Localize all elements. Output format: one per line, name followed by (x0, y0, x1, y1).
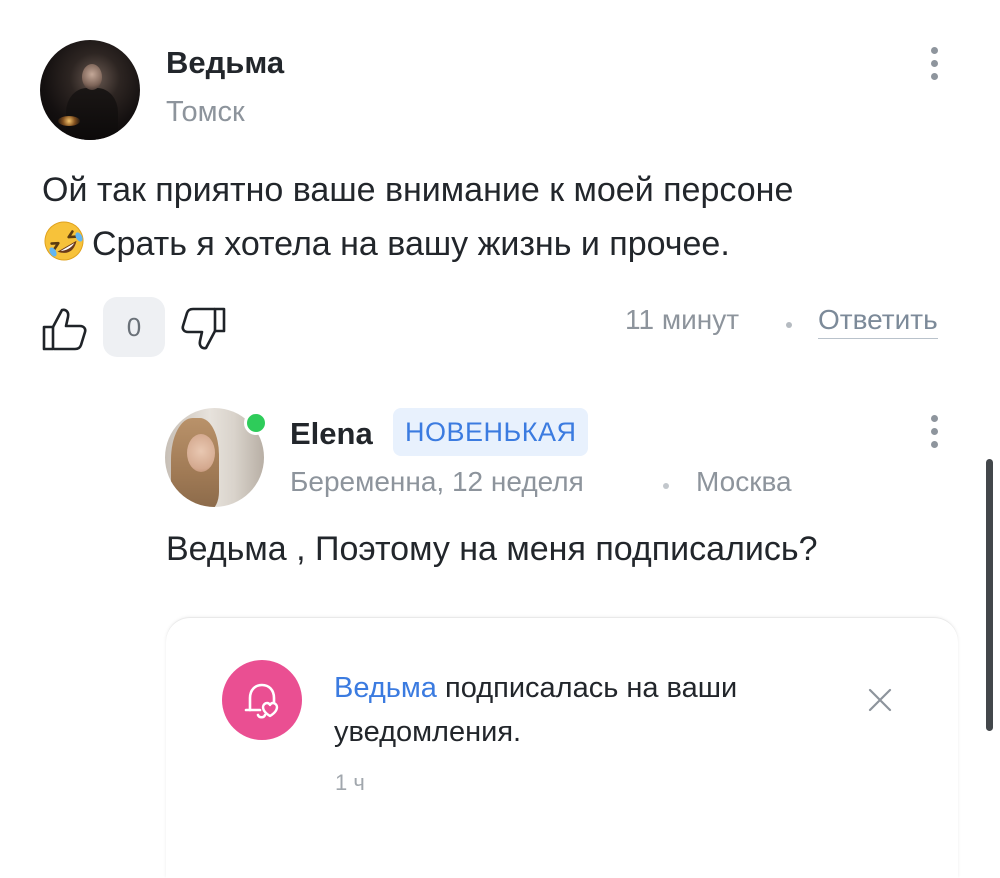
reply-text: Ведьма , Поэтому на меня подписались? (166, 530, 818, 568)
comment-time: 11 минут (625, 304, 740, 335)
more-options-icon[interactable] (931, 415, 943, 454)
scrollbar[interactable] (986, 459, 993, 731)
author-name[interactable]: Ведьма (166, 45, 284, 81)
rolling-on-floor-laughing-emoji (44, 221, 84, 261)
reply-author-status: Беременна, 12 неделя (290, 466, 584, 497)
author-location: Томск (166, 96, 245, 128)
comment-text-line1: Ой так приятно ваше внимание к моей перс… (42, 171, 794, 209)
notification-time: 1 ч (335, 770, 365, 795)
vote-count: 0 (103, 297, 165, 357)
thumbs-up-icon[interactable] (40, 305, 90, 353)
reply-author-name[interactable]: Elena (290, 416, 373, 452)
heart-bell-icon (222, 660, 302, 740)
thumbs-down-icon[interactable] (178, 305, 228, 353)
reply-author-location: Москва (696, 466, 792, 497)
online-indicator (244, 411, 268, 435)
separator-dot (663, 483, 669, 489)
comment-text-line2: Срать я хотела на вашу жизнь и прочее. (92, 225, 730, 263)
newbie-badge: НОВЕНЬКАЯ (393, 408, 589, 456)
notification-text: Ведьма подписалась на ваши уведомления. (334, 666, 824, 754)
comment-text: Ой так приятно ваше внимание к моей перс… (42, 163, 972, 271)
close-icon[interactable] (866, 686, 894, 714)
separator-dot (786, 322, 792, 328)
author-avatar[interactable] (40, 40, 140, 140)
notification-user-link[interactable]: Ведьма (334, 672, 437, 704)
more-options-icon[interactable] (931, 47, 943, 86)
reply-link[interactable]: Ответить (818, 304, 938, 339)
